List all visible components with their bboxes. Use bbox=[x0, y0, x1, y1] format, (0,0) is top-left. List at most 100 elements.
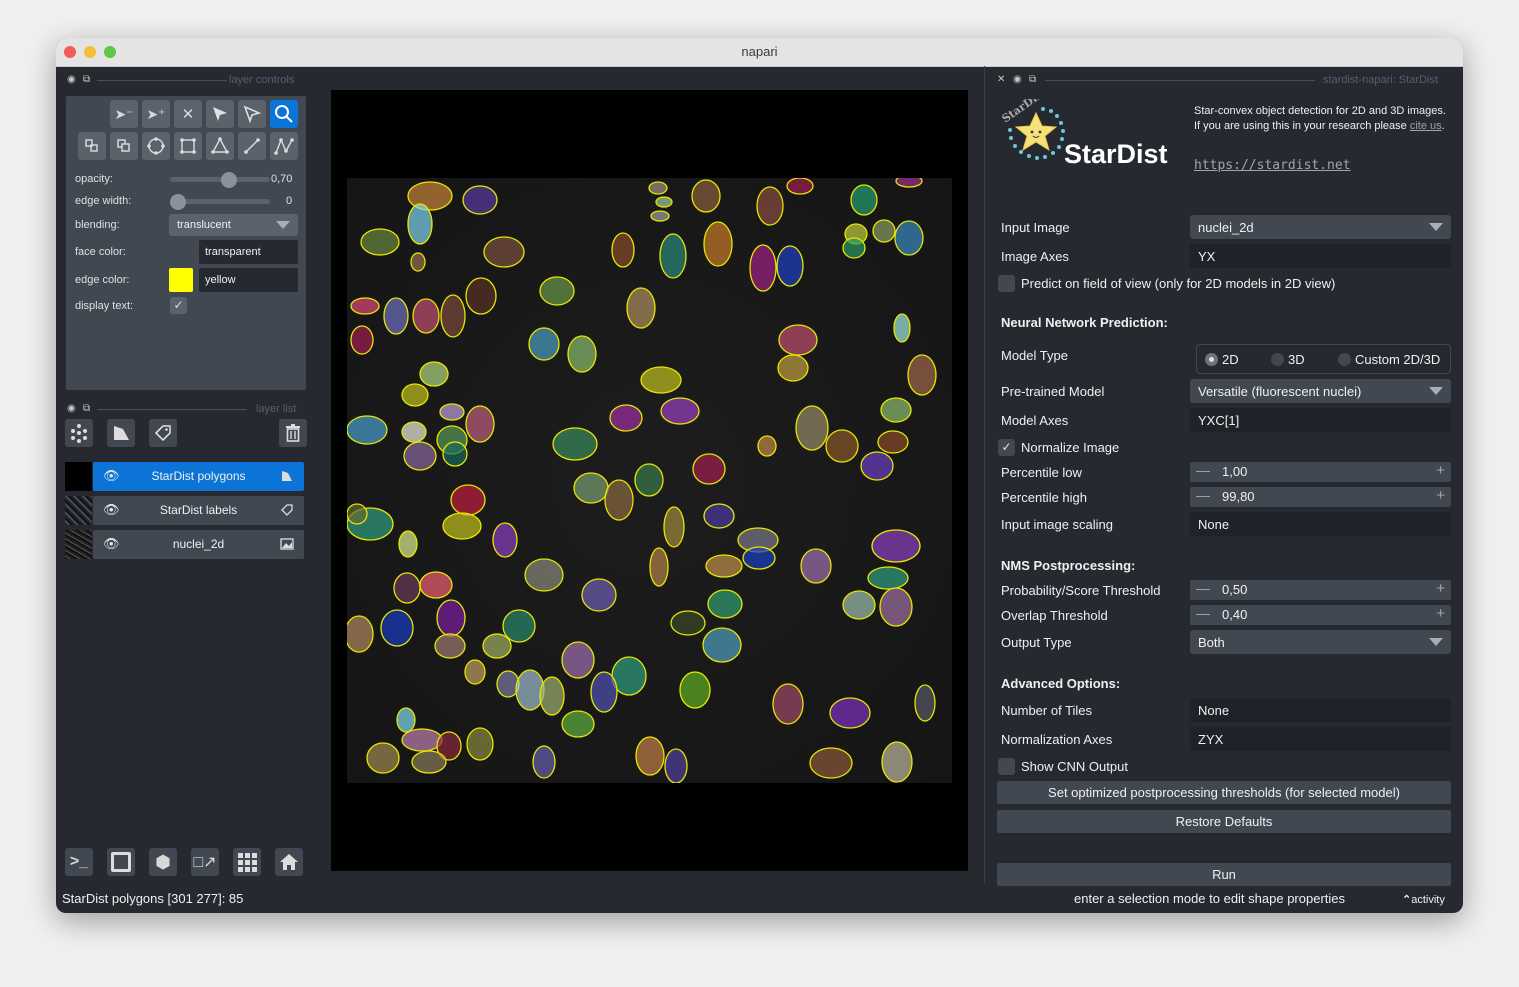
grid-mode-button[interactable] bbox=[233, 848, 261, 876]
nucleus-polygon[interactable] bbox=[829, 697, 871, 729]
nucleus-polygon[interactable] bbox=[567, 335, 597, 373]
cite-us-link[interactable]: cite us bbox=[1410, 120, 1442, 132]
nucleus-polygon[interactable] bbox=[692, 453, 726, 485]
nucleus-polygon[interactable] bbox=[434, 633, 466, 659]
nucleus-polygon[interactable] bbox=[611, 232, 635, 268]
display-text-checkbox[interactable]: ✓ bbox=[170, 297, 187, 314]
nucleus-polygon[interactable] bbox=[403, 441, 437, 471]
layer-name[interactable]: StarDist labels bbox=[121, 503, 276, 517]
nucleus-polygon[interactable] bbox=[894, 220, 924, 256]
decrement-button[interactable]: — bbox=[1196, 605, 1210, 621]
nucleus-polygon[interactable] bbox=[772, 683, 804, 725]
new-points-layer-button[interactable] bbox=[65, 419, 93, 447]
nucleus-polygon[interactable] bbox=[502, 609, 536, 643]
nucleus-polygon[interactable] bbox=[396, 707, 416, 733]
nucleus-polygon[interactable] bbox=[552, 427, 598, 461]
nucleus-polygon[interactable] bbox=[914, 684, 936, 722]
nucleus-polygon[interactable] bbox=[466, 727, 494, 761]
pan-zoom-button[interactable] bbox=[270, 100, 298, 128]
float-dock-icon[interactable]: ◉ bbox=[1013, 74, 1022, 85]
nucleus-polygon[interactable] bbox=[419, 361, 449, 387]
input-scaling-input[interactable]: None bbox=[1190, 512, 1451, 536]
nucleus-polygon[interactable] bbox=[635, 736, 665, 776]
new-labels-layer-button[interactable] bbox=[149, 419, 177, 447]
nucleus-polygon[interactable] bbox=[777, 354, 809, 382]
increment-button[interactable]: + bbox=[1436, 605, 1445, 622]
nucleus-polygon[interactable] bbox=[867, 566, 909, 590]
nucleus-polygon[interactable] bbox=[539, 676, 565, 716]
add-ellipse-button[interactable] bbox=[142, 132, 170, 160]
nucleus-polygon[interactable] bbox=[648, 181, 668, 195]
nucleus-polygon[interactable] bbox=[590, 671, 618, 713]
nucleus-polygon[interactable] bbox=[626, 287, 656, 329]
add-rectangle-button[interactable] bbox=[174, 132, 202, 160]
close-dock-icon[interactable]: ✕ bbox=[997, 74, 1005, 85]
nucleus-polygon[interactable] bbox=[703, 221, 733, 267]
nucleus-polygon[interactable] bbox=[581, 578, 617, 612]
nucleus-polygon[interactable] bbox=[436, 599, 466, 637]
nucleus-polygon[interactable] bbox=[776, 245, 804, 287]
eye-visibility-icon[interactable]: 👁 bbox=[103, 536, 120, 552]
nucleus-polygon[interactable] bbox=[800, 548, 832, 584]
nucleus-polygon[interactable] bbox=[893, 313, 911, 343]
layer-name[interactable]: StarDist polygons bbox=[121, 469, 276, 483]
nucleus-polygon[interactable] bbox=[346, 503, 368, 525]
nucleus-polygon[interactable] bbox=[757, 435, 777, 457]
set-optimized-thresholds-button[interactable]: Set optimized postprocessing thresholds … bbox=[997, 781, 1451, 804]
hide-dock-icon[interactable]: ⧉ bbox=[83, 403, 90, 414]
nucleus-polygon[interactable] bbox=[742, 546, 776, 570]
decrement-button[interactable]: — bbox=[1196, 487, 1210, 503]
stardist-url-link[interactable]: https://stardist.net bbox=[1194, 158, 1351, 173]
nucleus-polygon[interactable] bbox=[398, 530, 418, 558]
nucleus-polygon[interactable] bbox=[881, 741, 913, 783]
add-path-button[interactable] bbox=[270, 132, 298, 160]
nucleus-polygon[interactable] bbox=[492, 522, 518, 558]
nucleus-polygon[interactable] bbox=[465, 277, 497, 315]
nucleus-polygon[interactable] bbox=[604, 479, 634, 521]
number-of-tiles-input[interactable]: None bbox=[1190, 698, 1451, 722]
nucleus-polygon[interactable] bbox=[670, 610, 706, 636]
nucleus-polygon[interactable] bbox=[705, 554, 743, 578]
add-vertex-button[interactable]: ➤⁺ bbox=[142, 100, 170, 128]
edge-color-input[interactable]: yellow bbox=[199, 268, 298, 292]
nucleus-polygon[interactable] bbox=[366, 742, 400, 774]
restore-defaults-button[interactable]: Restore Defaults bbox=[997, 810, 1451, 833]
activity-button[interactable]: ⌃activity bbox=[1402, 893, 1445, 906]
run-button[interactable]: Run bbox=[997, 863, 1451, 886]
nucleus-polygon[interactable] bbox=[649, 547, 669, 587]
add-polygon-button[interactable] bbox=[206, 132, 234, 160]
nucleus-polygon[interactable] bbox=[561, 710, 595, 738]
float-dock-icon[interactable]: ◉ bbox=[67, 74, 76, 85]
nucleus-polygon[interactable] bbox=[573, 472, 609, 504]
layer-item[interactable]: 👁 StarDist polygons bbox=[93, 462, 304, 491]
layer-name[interactable]: nuclei_2d bbox=[121, 537, 276, 551]
normalization-axes-input[interactable]: ZYX bbox=[1190, 727, 1451, 751]
nucleus-polygon[interactable] bbox=[703, 503, 735, 529]
nucleus-polygon[interactable] bbox=[880, 397, 912, 423]
nucleus-polygon[interactable] bbox=[401, 728, 443, 752]
viewer-canvas[interactable] bbox=[331, 90, 968, 871]
delete-layer-button[interactable] bbox=[279, 419, 307, 447]
nucleus-polygon[interactable] bbox=[440, 294, 466, 338]
roll-dims-button[interactable]: ⬢ bbox=[149, 848, 177, 876]
opacity-slider-handle[interactable] bbox=[220, 172, 237, 188]
move-back-button[interactable] bbox=[78, 132, 106, 160]
nucleus-polygon[interactable] bbox=[462, 185, 498, 215]
nucleus-polygon[interactable] bbox=[702, 627, 742, 663]
nucleus-polygon[interactable] bbox=[360, 228, 400, 256]
pretrained-model-dropdown[interactable]: Versatile (fluorescent nuclei) bbox=[1190, 379, 1451, 403]
select-shape-button[interactable] bbox=[206, 100, 234, 128]
output-type-dropdown[interactable]: Both bbox=[1190, 630, 1451, 654]
nucleus-polygon[interactable] bbox=[450, 484, 486, 516]
nucleus-polygon[interactable] bbox=[442, 441, 468, 467]
nucleus-polygon[interactable] bbox=[401, 421, 427, 443]
model-type-2d-radio[interactable] bbox=[1205, 353, 1218, 366]
nucleus-polygon[interactable] bbox=[650, 210, 670, 222]
nucleus-polygon[interactable] bbox=[442, 512, 482, 540]
nucleus-polygon[interactable] bbox=[483, 236, 525, 268]
hide-dock-icon[interactable]: ⧉ bbox=[1029, 74, 1036, 85]
blending-dropdown[interactable]: translucent bbox=[169, 214, 298, 236]
image-axes-input[interactable]: YX bbox=[1190, 244, 1451, 268]
model-type-3d-radio[interactable] bbox=[1271, 353, 1284, 366]
nucleus-polygon[interactable] bbox=[410, 252, 426, 272]
